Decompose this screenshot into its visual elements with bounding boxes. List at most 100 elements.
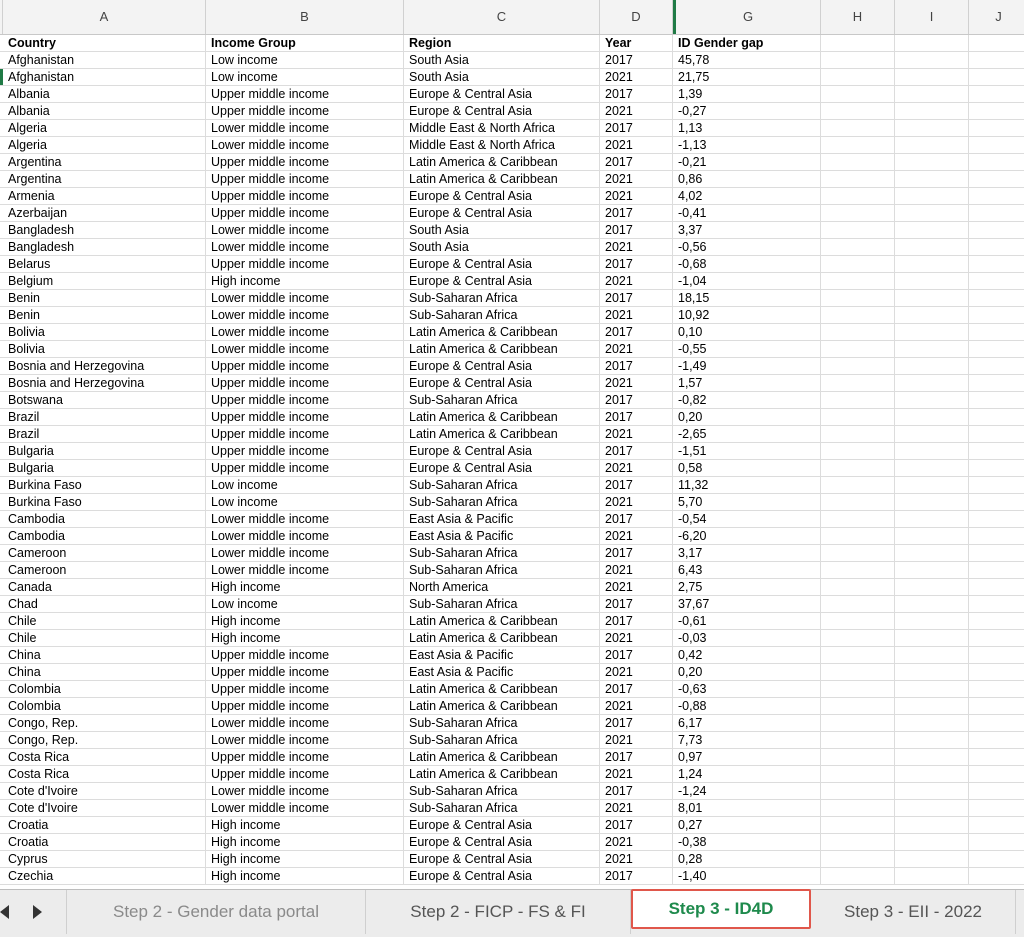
- table-cell[interactable]: [895, 800, 969, 816]
- table-cell[interactable]: 8,01: [673, 800, 821, 816]
- table-cell[interactable]: [821, 630, 895, 646]
- table-cell[interactable]: Cyprus: [3, 851, 206, 867]
- table-cell[interactable]: 45,78: [673, 52, 821, 68]
- table-cell[interactable]: [821, 868, 895, 884]
- table-cell[interactable]: -0,82: [673, 392, 821, 408]
- table-cell[interactable]: [821, 817, 895, 833]
- table-cell[interactable]: East Asia & Pacific: [404, 511, 600, 527]
- table-cell[interactable]: [895, 307, 969, 323]
- table-cell[interactable]: Upper middle income: [206, 664, 404, 680]
- table-cell[interactable]: Europe & Central Asia: [404, 103, 600, 119]
- table-cell[interactable]: Latin America & Caribbean: [404, 154, 600, 170]
- table-cell[interactable]: [821, 681, 895, 697]
- table-cell[interactable]: 1,57: [673, 375, 821, 391]
- table-cell[interactable]: 4,02: [673, 188, 821, 204]
- table-cell[interactable]: [969, 681, 1024, 697]
- table-cell[interactable]: [895, 766, 969, 782]
- table-cell[interactable]: [895, 460, 969, 476]
- table-cell[interactable]: Europe & Central Asia: [404, 443, 600, 459]
- table-cell[interactable]: Costa Rica: [3, 766, 206, 782]
- table-cell[interactable]: Latin America & Caribbean: [404, 426, 600, 442]
- table-cell[interactable]: [969, 715, 1024, 731]
- table-cell[interactable]: [969, 154, 1024, 170]
- column-header-j[interactable]: J: [969, 0, 1024, 34]
- spreadsheet-grid[interactable]: ABCDGHIJ Country Income Group Region Year ID…: [0, 0, 1024, 889]
- table-cell[interactable]: [895, 528, 969, 544]
- column-header-b[interactable]: B: [206, 0, 404, 34]
- table-cell[interactable]: 2017: [600, 443, 673, 459]
- table-cell[interactable]: [821, 273, 895, 289]
- table-cell[interactable]: 2017: [600, 392, 673, 408]
- table-cell[interactable]: [969, 834, 1024, 850]
- header-cell[interactable]: [969, 35, 1024, 51]
- table-cell[interactable]: High income: [206, 273, 404, 289]
- table-cell[interactable]: 2021: [600, 239, 673, 255]
- table-cell[interactable]: High income: [206, 851, 404, 867]
- table-cell[interactable]: Burkina Faso: [3, 477, 206, 493]
- table-cell[interactable]: 2017: [600, 647, 673, 663]
- table-cell[interactable]: 2021: [600, 103, 673, 119]
- table-cell[interactable]: 2017: [600, 715, 673, 731]
- table-cell[interactable]: [895, 715, 969, 731]
- table-cell[interactable]: [969, 579, 1024, 595]
- column-header-d[interactable]: D: [600, 0, 673, 34]
- table-cell[interactable]: 3,17: [673, 545, 821, 561]
- table-cell[interactable]: [821, 698, 895, 714]
- table-cell[interactable]: -0,21: [673, 154, 821, 170]
- table-cell[interactable]: Upper middle income: [206, 375, 404, 391]
- table-cell[interactable]: Afghanistan: [3, 52, 206, 68]
- table-cell[interactable]: 2021: [600, 426, 673, 442]
- table-cell[interactable]: Sub-Saharan Africa: [404, 290, 600, 306]
- table-cell[interactable]: 2021: [600, 188, 673, 204]
- table-cell[interactable]: -0,63: [673, 681, 821, 697]
- table-cell[interactable]: 2017: [600, 681, 673, 697]
- table-cell[interactable]: Croatia: [3, 834, 206, 850]
- table-cell[interactable]: 2017: [600, 52, 673, 68]
- table-cell[interactable]: Sub-Saharan Africa: [404, 545, 600, 561]
- table-cell[interactable]: [895, 749, 969, 765]
- table-cell[interactable]: Bolivia: [3, 324, 206, 340]
- table-cell[interactable]: Benin: [3, 290, 206, 306]
- table-cell[interactable]: Colombia: [3, 681, 206, 697]
- table-cell[interactable]: [895, 171, 969, 187]
- table-cell[interactable]: [821, 579, 895, 595]
- table-cell[interactable]: East Asia & Pacific: [404, 528, 600, 544]
- table-cell[interactable]: [895, 681, 969, 697]
- table-cell[interactable]: Bosnia and Herzegovina: [3, 375, 206, 391]
- table-cell[interactable]: Lower middle income: [206, 307, 404, 323]
- table-cell[interactable]: [821, 137, 895, 153]
- table-cell[interactable]: Czechia: [3, 868, 206, 884]
- table-cell[interactable]: High income: [206, 868, 404, 884]
- table-cell[interactable]: Sub-Saharan Africa: [404, 392, 600, 408]
- table-cell[interactable]: 2021: [600, 562, 673, 578]
- table-cell[interactable]: Low income: [206, 596, 404, 612]
- table-cell[interactable]: Azerbaijan: [3, 205, 206, 221]
- table-cell[interactable]: [821, 749, 895, 765]
- table-cell[interactable]: [895, 154, 969, 170]
- table-cell[interactable]: [895, 120, 969, 136]
- table-cell[interactable]: Europe & Central Asia: [404, 273, 600, 289]
- table-cell[interactable]: 0,86: [673, 171, 821, 187]
- table-cell[interactable]: -0,38: [673, 834, 821, 850]
- table-cell[interactable]: 2,75: [673, 579, 821, 595]
- table-cell[interactable]: 2021: [600, 630, 673, 646]
- table-cell[interactable]: 1,24: [673, 766, 821, 782]
- table-cell[interactable]: Bulgaria: [3, 443, 206, 459]
- table-cell[interactable]: Chad: [3, 596, 206, 612]
- header-cell[interactable]: Region: [404, 35, 600, 51]
- table-cell[interactable]: 2017: [600, 477, 673, 493]
- table-cell[interactable]: Algeria: [3, 120, 206, 136]
- table-cell[interactable]: Middle East & North Africa: [404, 137, 600, 153]
- table-cell[interactable]: 10,92: [673, 307, 821, 323]
- table-cell[interactable]: [895, 443, 969, 459]
- table-cell[interactable]: South Asia: [404, 222, 600, 238]
- table-cell[interactable]: Albania: [3, 86, 206, 102]
- table-cell[interactable]: [895, 290, 969, 306]
- table-cell[interactable]: Europe & Central Asia: [404, 868, 600, 884]
- table-cell[interactable]: Bolivia: [3, 341, 206, 357]
- table-cell[interactable]: Lower middle income: [206, 562, 404, 578]
- table-cell[interactable]: Bosnia and Herzegovina: [3, 358, 206, 374]
- table-cell[interactable]: [895, 732, 969, 748]
- table-cell[interactable]: -0,88: [673, 698, 821, 714]
- table-cell[interactable]: [895, 851, 969, 867]
